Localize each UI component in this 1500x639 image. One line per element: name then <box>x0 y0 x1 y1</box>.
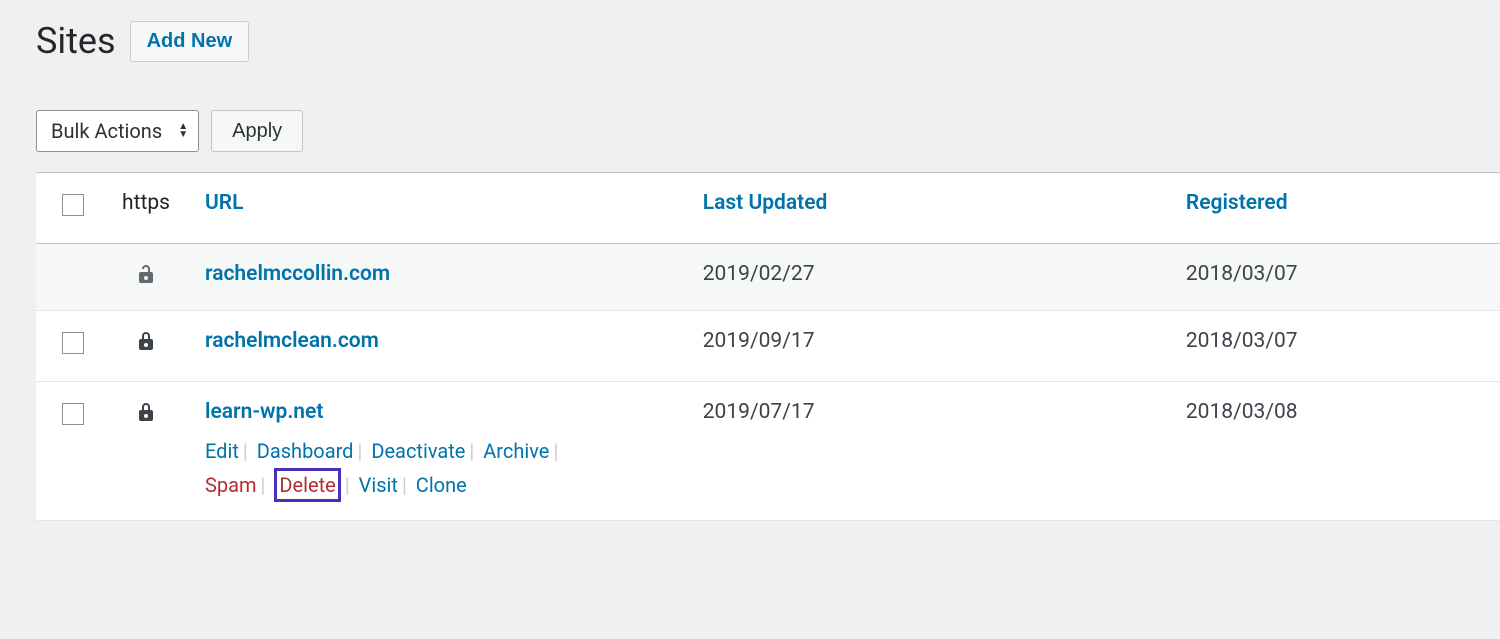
row-checkbox[interactable] <box>62 403 84 425</box>
select-arrows-icon: ▲▼ <box>178 123 188 139</box>
table-row: learn-wp.net Edit| Dashboard| Deactivate… <box>36 382 1500 521</box>
registered-cell: 2018/03/08 <box>1172 382 1500 521</box>
row-checkbox[interactable] <box>62 332 84 354</box>
sites-table: https URL Last Updated Registered rachel… <box>36 172 1500 521</box>
site-url-link[interactable]: rachelmclean.com <box>205 329 379 353</box>
spam-link[interactable]: Spam <box>205 473 257 497</box>
deactivate-link[interactable]: Deactivate <box>371 439 465 463</box>
bulk-actions-label: Bulk Actions <box>51 119 162 143</box>
dashboard-link[interactable]: Dashboard <box>257 439 354 463</box>
col-https: https <box>101 173 191 244</box>
col-last-updated[interactable]: Last Updated <box>689 173 1172 244</box>
select-all-checkbox[interactable] <box>62 194 84 216</box>
delete-link[interactable]: Delete <box>274 468 340 502</box>
bulk-actions-select[interactable]: Bulk Actions ▲▼ <box>36 110 199 152</box>
page-title: Sites <box>36 20 116 62</box>
site-url-link[interactable]: rachelmccollin.com <box>205 262 390 286</box>
lock-icon <box>134 335 158 359</box>
registered-cell: 2018/03/07 <box>1172 244 1500 311</box>
apply-button[interactable]: Apply <box>211 110 303 152</box>
edit-link[interactable]: Edit <box>205 439 239 463</box>
tablenav: Bulk Actions ▲▼ Apply <box>36 110 1500 152</box>
registered-cell: 2018/03/07 <box>1172 311 1500 382</box>
lock-icon <box>134 406 158 430</box>
unlock-icon <box>134 268 158 292</box>
col-registered[interactable]: Registered <box>1172 173 1500 244</box>
add-new-button[interactable]: Add New <box>130 21 250 62</box>
col-checkbox <box>36 173 101 244</box>
site-url-link[interactable]: learn-wp.net <box>205 400 323 424</box>
last-updated-cell: 2019/09/17 <box>689 311 1172 382</box>
archive-link[interactable]: Archive <box>483 439 549 463</box>
clone-link[interactable]: Clone <box>416 473 467 497</box>
row-actions: Edit| Dashboard| Deactivate| Archive| Sp… <box>205 434 675 502</box>
table-row: rachelmclean.com 2019/09/17 2018/03/07 <box>36 311 1500 382</box>
visit-link[interactable]: Visit <box>359 473 398 497</box>
col-url[interactable]: URL <box>191 173 689 244</box>
last-updated-cell: 2019/07/17 <box>689 382 1172 521</box>
last-updated-cell: 2019/02/27 <box>689 244 1172 311</box>
page-header: Sites Add New <box>36 20 1500 62</box>
table-row: rachelmccollin.com 2019/02/27 2018/03/07 <box>36 244 1500 311</box>
